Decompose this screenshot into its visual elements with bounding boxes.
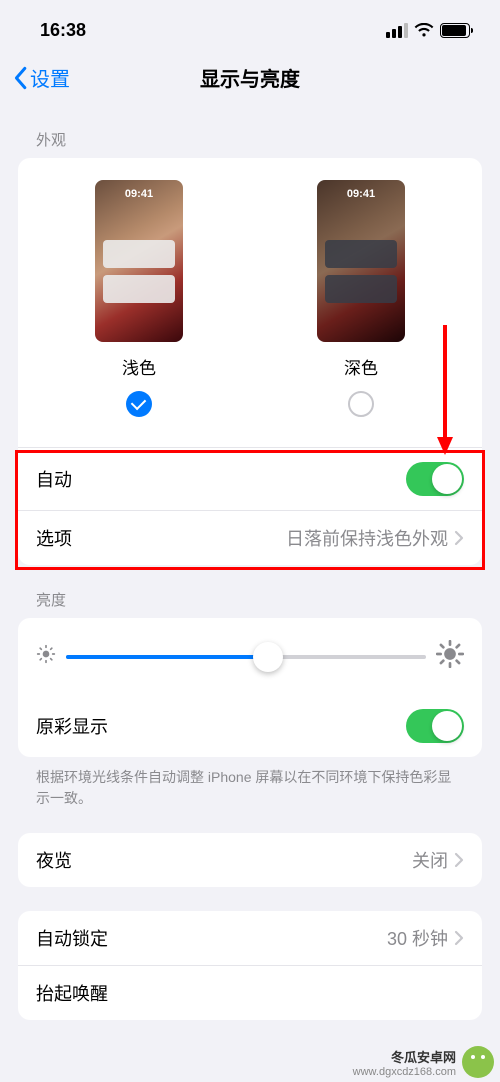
appearance-option-light[interactable]: 09:41 浅色 (95, 180, 183, 417)
back-button[interactable]: 设置 (12, 63, 70, 92)
dark-preview-icon: 09:41 (317, 180, 405, 342)
nav-bar: 设置 显示与亮度 (0, 50, 500, 105)
auto-lock-label: 自动锁定 (36, 925, 108, 951)
brightness-slider-row (18, 618, 482, 695)
section-header-brightness: 亮度 (0, 565, 500, 618)
page-title: 显示与亮度 (200, 63, 300, 92)
night-shift-value: 关闭 (412, 847, 448, 873)
sun-small-icon (36, 644, 56, 669)
true-tone-footnote: 根据环境光线条件自动调整 iPhone 屏幕以在不同环境下保持色彩显示一致。 (0, 757, 500, 809)
auto-lock-row[interactable]: 自动锁定 30 秒钟 (18, 911, 482, 965)
appearance-option-dark[interactable]: 09:41 深色 (317, 180, 405, 417)
chevron-right-icon (454, 530, 464, 546)
appearance-card: 09:41 浅色 09:41 深色 自动 选项 日落前保持浅色外观 (18, 158, 482, 565)
dark-label: 深色 (344, 354, 378, 379)
true-tone-label: 原彩显示 (36, 713, 108, 739)
auto-row: 自动 (18, 447, 482, 510)
night-shift-label: 夜览 (36, 847, 72, 873)
auto-toggle[interactable] (406, 462, 464, 496)
options-label: 选项 (36, 525, 72, 551)
sun-large-icon (436, 640, 464, 673)
light-label: 浅色 (122, 354, 156, 379)
section-header-appearance: 外观 (0, 105, 500, 158)
brightness-slider[interactable] (66, 655, 426, 659)
raise-to-wake-row: 抬起唤醒 (18, 965, 482, 1020)
raise-to-wake-label: 抬起唤醒 (36, 980, 108, 1006)
status-time: 16:38 (40, 20, 86, 41)
auto-lock-value: 30 秒钟 (387, 925, 448, 951)
status-indicators (386, 23, 470, 38)
chevron-right-icon (454, 852, 464, 868)
watermark-title: 冬瓜安卓网 (391, 1047, 456, 1066)
back-label: 设置 (30, 63, 70, 92)
watermark-logo-icon (462, 1046, 494, 1078)
appearance-picker: 09:41 浅色 09:41 深色 (18, 158, 482, 447)
dark-radio[interactable] (348, 391, 374, 417)
options-value: 日落前保持浅色外观 (286, 525, 448, 551)
true-tone-toggle[interactable] (406, 709, 464, 743)
options-row[interactable]: 选项 日落前保持浅色外观 (18, 510, 482, 565)
chevron-right-icon (454, 930, 464, 946)
watermark-url: www.dgxcdz168.com (353, 1066, 456, 1078)
status-bar: 16:38 (0, 0, 500, 50)
auto-label: 自动 (36, 466, 72, 492)
light-radio[interactable] (126, 391, 152, 417)
slider-knob[interactable] (253, 642, 283, 672)
cellular-signal-icon (386, 23, 408, 38)
lock-card: 自动锁定 30 秒钟 抬起唤醒 (18, 911, 482, 1020)
night-shift-card: 夜览 关闭 (18, 833, 482, 887)
wifi-icon (414, 23, 434, 38)
brightness-card: 原彩显示 (18, 618, 482, 757)
battery-icon (440, 23, 470, 38)
night-shift-row[interactable]: 夜览 关闭 (18, 833, 482, 887)
light-preview-icon: 09:41 (95, 180, 183, 342)
watermark: 冬瓜安卓网 www.dgxcdz168.com (347, 1042, 500, 1082)
true-tone-row: 原彩显示 (18, 695, 482, 757)
